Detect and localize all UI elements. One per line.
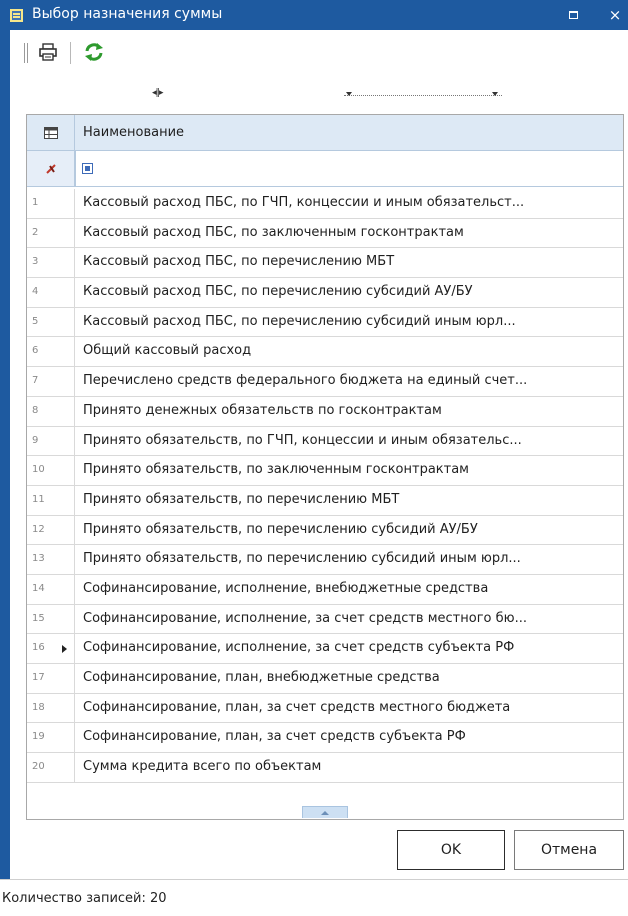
row-number: 4 [27,278,75,307]
maximize-button[interactable] [562,4,584,26]
collapse-panel-button[interactable] [302,806,348,818]
table-icon [43,126,58,139]
clear-filter-icon [45,163,56,174]
row-number: 7 [27,367,75,396]
refresh-icon [85,43,103,61]
table-row[interactable]: 20 Сумма кредита всего по объектам [27,753,623,783]
row-number: 13 [27,545,75,574]
column-chooser-button[interactable] [27,115,75,150]
toolbar [10,30,628,90]
row-number: 3 [27,248,75,278]
row-number: 14 [27,574,75,604]
ok-button[interactable]: OK [397,830,505,870]
row-number: 11 [27,485,75,515]
window-frame-left [0,0,10,879]
row-name-cell[interactable]: Софинансирование, план, внебюджетные сре… [83,670,619,685]
row-name-cell[interactable]: Кассовый расход ПБС, по ГЧП, концессии и… [83,195,619,210]
table-row[interactable]: 5 Кассовый расход ПБС, по перечислению су… [27,307,623,338]
row-name-cell[interactable]: Принято обязательств, по перечислению су… [83,551,619,566]
table-row[interactable]: 2 Кассовый расход ПБС, по заключенным гос… [27,218,623,249]
row-number: 15 [27,604,75,634]
table-row[interactable]: 6 Общий кассовый расход [27,337,623,368]
window-app-icon [10,9,23,22]
table-row[interactable]: 13 Принято обязательств, по перечислению … [27,545,623,575]
row-number: 16 [27,634,75,663]
row-number: 5 [27,307,75,337]
table-row[interactable]: 14 Софинансирование, исполнение, внебюдже… [27,574,623,605]
row-number: 18 [27,693,75,723]
cancel-button[interactable]: Отмена [514,830,624,870]
row-number: 12 [27,515,75,545]
row-name-cell[interactable]: Сумма кредита всего по объектам [83,759,619,774]
row-name-cell[interactable]: Принято обязательств, по заключенным гос… [83,462,619,477]
column-header-name[interactable]: Наименование [83,125,184,140]
row-name-cell[interactable]: Софинансирование, исполнение, внебюджетн… [83,581,619,596]
grid-header-row: Наименование [27,115,623,151]
dialog-window: Выбор назначения суммы × ◂‖▸ Наименовани… [0,0,628,916]
table-row[interactable]: 16 Софинансирование, исполнение, за счет … [27,634,623,664]
print-button[interactable] [36,40,60,64]
column-resize-hint-icon: ◂‖▸ [152,88,164,98]
column-span-hint [344,92,502,101]
table-row[interactable]: 12 Принято обязательств, по перечислению … [27,515,623,546]
grid-rows: 1 Кассовый расход ПБС, по ГЧП, концессии … [27,189,623,783]
clear-filter-button[interactable] [27,151,75,186]
status-bar: Количество записей: 20 [0,879,628,916]
row-name-cell[interactable]: Перечислено средств федерального бюджета… [83,373,619,388]
row-name-cell[interactable]: Общий кассовый расход [83,343,619,358]
row-name-cell[interactable]: Кассовый расход ПБС, по перечислению суб… [83,284,619,299]
row-number: 10 [27,456,75,485]
close-button[interactable]: × [604,4,626,26]
table-row[interactable]: 11 Принято обязательств, по перечислению … [27,485,623,516]
table-row[interactable]: 18 Софинансирование, план, за счет средст… [27,693,623,724]
title-bar[interactable]: Выбор назначения суммы × [0,0,628,30]
table-row[interactable]: 4 Кассовый расход ПБС, по перечислению су… [27,278,623,308]
row-number: 1 [27,189,75,218]
chevron-up-icon [321,810,329,815]
table-row[interactable]: 15 Софинансирование, исполнение, за счет … [27,604,623,635]
table-row[interactable]: 17 Софинансирование, план, внебюджетные с… [27,664,623,694]
current-row-indicator-icon [62,645,67,654]
row-name-cell[interactable]: Софинансирование, исполнение, за счет ср… [83,640,619,655]
table-row[interactable]: 10 Принято обязательств, по заключенным г… [27,456,623,486]
filter-condition-icon[interactable] [82,163,93,174]
row-number: 19 [27,723,75,753]
table-row[interactable]: 19 Софинансирование, план, за счет средст… [27,723,623,754]
records-grid: Наименование 1 Кассовый расход ПБС, по ГЧ… [26,114,624,820]
row-number: 8 [27,396,75,426]
row-name-cell[interactable]: Кассовый расход ПБС, по перечислению суб… [83,314,619,329]
table-row[interactable]: 8 Принято денежных обязательств по госкон… [27,396,623,427]
row-name-cell[interactable]: Принято денежных обязательств по госконт… [83,403,619,418]
row-name-cell[interactable]: Софинансирование, план, за счет средств … [83,729,619,744]
grip-icon[interactable] [24,43,28,63]
window-title: Выбор назначения суммы [32,6,223,22]
filter-row [27,151,623,187]
row-name-cell[interactable]: Софинансирование, исполнение, за счет ср… [83,611,619,626]
name-filter-input[interactable] [75,151,623,186]
refresh-button[interactable] [82,40,106,64]
table-row[interactable]: 3 Кассовый расход ПБС, по перечислению МБ… [27,248,623,279]
row-name-cell[interactable]: Софинансирование, план, за счет средств … [83,700,619,715]
table-row[interactable]: 7 Перечислено средств федерального бюджет… [27,367,623,397]
row-name-cell[interactable]: Принято обязательств, по ГЧП, концессии … [83,433,619,448]
toolbar-separator [70,42,71,64]
maximize-icon [568,10,578,19]
table-row[interactable]: 9 Принято обязательств, по ГЧП, концессии… [27,426,623,457]
row-number: 9 [27,426,75,456]
row-number: 20 [27,753,75,782]
row-number: 2 [27,218,75,248]
row-number: 6 [27,337,75,367]
table-row[interactable]: 1 Кассовый расход ПБС, по ГЧП, концессии … [27,189,623,219]
printer-icon [39,43,57,61]
row-name-cell[interactable]: Принято обязательств, по перечислению МБ… [83,492,619,507]
row-name-cell[interactable]: Кассовый расход ПБС, по перечислению МБТ [83,254,619,269]
row-name-cell[interactable]: Кассовый расход ПБС, по заключенным госк… [83,225,619,240]
record-count: Количество записей: 20 [2,891,167,906]
row-number: 17 [27,664,75,693]
row-name-cell[interactable]: Принято обязательств, по перечислению су… [83,522,619,537]
